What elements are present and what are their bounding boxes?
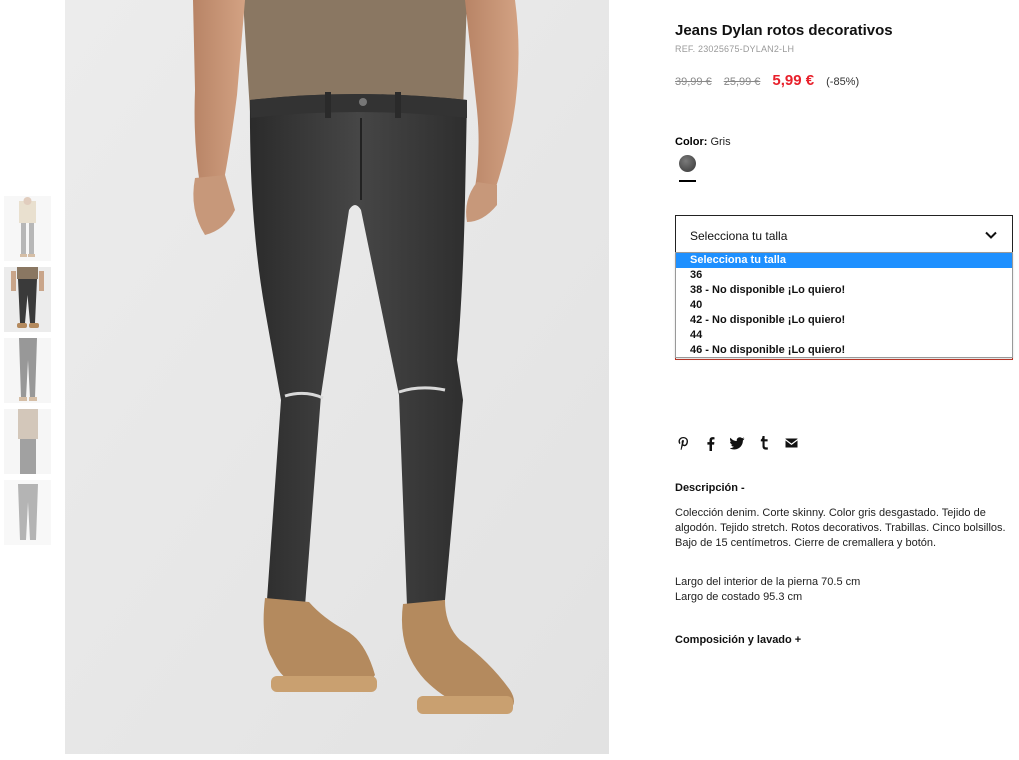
email-icon[interactable]: [783, 435, 799, 451]
chevron-down-icon: [985, 231, 997, 239]
twitter-icon[interactable]: [729, 435, 745, 451]
thumbnail-5[interactable]: [4, 480, 51, 545]
size-option-46[interactable]: 46 - No disponible ¡Lo quiero!: [676, 343, 1012, 358]
color-label: Color: Gris: [675, 136, 731, 148]
thumbnail-4-image: [4, 409, 51, 474]
thumbnail-3-image: [4, 338, 51, 403]
side-length: Largo de costado 95.3 cm: [675, 591, 803, 603]
thumbnail-2-image: [4, 267, 51, 332]
size-option-36[interactable]: 36: [676, 268, 1012, 283]
product-main-image[interactable]: [65, 0, 609, 754]
previous-price: 25,99 €: [723, 76, 761, 88]
thumbnail-1[interactable]: [4, 196, 51, 261]
size-select[interactable]: Selecciona tu talla: [675, 215, 1013, 253]
pinterest-icon[interactable]: [675, 435, 691, 451]
size-option-38[interactable]: 38 - No disponible ¡Lo quiero!: [676, 283, 1012, 298]
size-option-placeholder[interactable]: Selecciona tu talla: [676, 253, 1012, 268]
facebook-icon[interactable]: [702, 435, 718, 451]
thumbnail-5-image: [4, 480, 51, 545]
share-bar: [675, 435, 810, 451]
size-option-44[interactable]: 44: [676, 328, 1012, 343]
composition-toggle[interactable]: Composición y lavado +: [675, 634, 801, 646]
inseam-length: Largo del interior de la pierna 70.5 cm: [675, 576, 861, 588]
original-price: 39,99 €: [675, 76, 712, 88]
thumbnail-4[interactable]: [4, 409, 51, 474]
price-block: 39,99 € 25,99 € 5,99 € (-85%): [675, 72, 859, 89]
tumblr-icon[interactable]: [756, 435, 772, 451]
color-label-title: Color:: [675, 136, 708, 148]
thumbnail-gallery: [4, 196, 52, 551]
product-reference: REF. 23025675-DYLAN2-LH: [675, 44, 795, 54]
size-select-value: Selecciona tu talla: [690, 229, 788, 243]
size-options-list: Selecciona tu talla 36 38 - No disponibl…: [675, 252, 1013, 358]
description-toggle[interactable]: Descripción -: [675, 482, 745, 494]
product-title: Jeans Dylan rotos decorativos: [675, 22, 893, 39]
thumbnail-2[interactable]: [4, 267, 51, 332]
size-option-40[interactable]: 40: [676, 298, 1012, 313]
current-price: 5,99 €: [772, 72, 815, 89]
color-value: Gris: [710, 136, 731, 148]
thumbnail-3[interactable]: [4, 338, 51, 403]
thumbnail-1-image: [4, 196, 51, 261]
description-text: Colección denim. Corte skinny. Color gri…: [675, 507, 1006, 549]
product-photo: [65, 0, 609, 754]
color-swatch-gris[interactable]: [679, 155, 696, 172]
discount-percentage: (-85%): [826, 76, 860, 88]
swatch-selected-indicator: [679, 180, 696, 182]
size-option-42[interactable]: 42 - No disponible ¡Lo quiero!: [676, 313, 1012, 328]
